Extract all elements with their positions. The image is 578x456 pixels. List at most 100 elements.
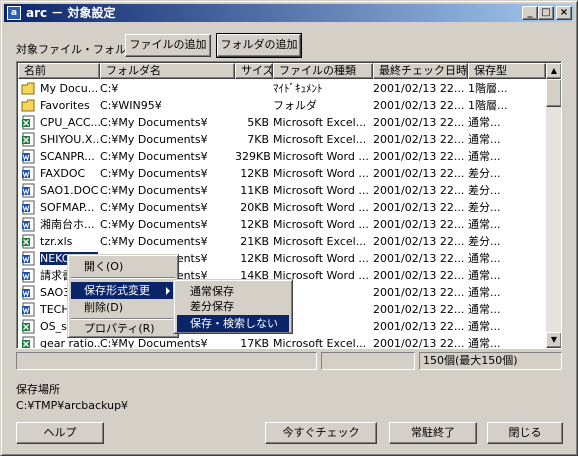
scroll-up-button[interactable]: ▲ [546,63,561,79]
excel-icon [21,234,36,249]
menu-item-delete[interactable]: 削除(D) [71,299,175,316]
column-header-save-type[interactable]: 保存型 [468,63,546,79]
file-name: tzr.xls [40,235,73,248]
add-file-button[interactable]: ファイルの追加 [125,34,211,57]
menu-item-open[interactable]: 開く(O) [71,258,175,275]
cell-type: Microsoft Excel... [273,133,367,146]
cell-last-check: 2001/02/13 22... [373,99,465,112]
table-row[interactable]: Favorites C:¥WIN95¥ フォルダ 2001/02/13 22... 1階… [18,97,546,114]
cell-save-type: 差分... [468,184,501,197]
cell-save-type: 通常... [468,218,501,231]
cell-save-type: 通常... [468,286,501,299]
excel-icon [21,132,36,147]
table-row[interactable]: FAXDOC C:¥My Documents¥ 12KB Microsoft Word… [18,165,546,182]
cell-save-type: 通常... [468,116,501,129]
cell-last-check: 2001/02/13 22... [373,201,465,214]
menu-item-properties[interactable]: プロパティ(R) [71,322,175,336]
table-row[interactable]: tzr.xls C:¥My Documents¥ 21KB Microsoft Exc… [18,233,546,250]
cell-save-type: 通常... [468,150,501,163]
cell-name: Favorites [18,97,100,114]
table-row[interactable]: 湘南台ホ... C:¥My Documents¥ 12KB Microsoft Wor… [18,216,546,233]
submenu-arrow-icon [166,287,170,295]
column-header-name[interactable]: 名前 [18,63,100,79]
cell-type: Microsoft Excel... [273,235,367,248]
cell-folder: C:¥WIN95¥ [100,99,162,112]
word-icon [21,268,36,283]
cell-type: Microsoft Word ... [273,167,369,180]
word-icon [21,285,36,300]
menu-item-save-format-change[interactable]: 保存形式変更 [71,282,175,299]
cell-type: Microsoft Excel... [273,116,367,129]
cell-type: Microsoft Excel... [273,337,367,349]
cell-size: 12KB [240,252,269,265]
cell-name: SHIYOU.X... [18,131,100,148]
cell-save-type: 通常... [468,133,501,146]
column-header-last-check[interactable]: 最終チェック日時 [373,63,468,79]
column-header-size[interactable]: サイズ [235,63,273,79]
close-button[interactable]: 閉じる [487,422,563,444]
table-row[interactable]: SOFMAP... C:¥My Documents¥ 20KB Microsoft W… [18,199,546,216]
cell-last-check: 2001/02/13 22... [373,184,465,197]
cell-name: FAXDOC [18,165,100,182]
cell-save-type: 差分... [468,167,501,180]
cell-name: SCANPR... [18,148,100,165]
file-name: gear ratio... [40,337,100,349]
cell-save-type: 通常... [468,252,501,265]
context-menu: 開く(O) 保存形式変更 削除(D) プロパティ(R) [67,254,179,338]
cell-name: My Docu... [18,80,100,97]
arc-app-icon[interactable]: a [7,6,21,20]
status-pane-2 [321,352,415,370]
minimize-button[interactable]: _ [522,6,538,20]
file-name: My Docu... [40,82,99,95]
vertical-scrollbar[interactable]: ▲ ▼ [546,63,561,348]
cell-last-check: 2001/02/13 22... [373,320,465,333]
maximize-button[interactable]: □ [538,6,554,20]
cell-size [235,97,273,114]
file-name: SAO1.DOC [40,184,99,197]
file-name: 湘南台ホ... [40,218,95,231]
cell-last-check: 2001/02/13 22... [373,167,465,180]
cell-name: SAO1.DOC [18,182,100,199]
cell-last-check: 2001/02/13 22... [373,150,465,163]
check-now-button[interactable]: 今すぐチェック [265,422,377,444]
file-name: SHIYOU.X... [40,133,100,146]
add-folder-button[interactable]: フォルダの追加 [216,33,302,58]
table-row[interactable]: SAO1.DOC C:¥My Documents¥ 11KB Microsoft Wo… [18,182,546,199]
table-row[interactable]: My Docu... C:¥ ﾏｲﾄﾞｷｭﾒﾝﾄ 2001/02/13 22... 1階… [18,80,546,97]
cell-folder: C:¥My Documents¥ [100,235,208,248]
folder-icon [21,81,36,96]
status-count: 150個(最大150個) [419,352,562,370]
cell-size: 17KB [240,337,269,349]
cell-size: 7KB [247,133,269,146]
cell-type: Microsoft Word ... [273,150,369,163]
cell-name: SOFMAP... [18,199,100,216]
help-button[interactable]: ヘルプ [16,422,104,444]
submenu-item-diff-save[interactable]: 差分保存 [177,298,289,315]
scroll-thumb[interactable] [546,79,561,107]
cell-name: CPU_ACC... [18,114,100,131]
title-bar[interactable]: a arc － 対象設定 _ □ × [4,4,574,22]
cell-save-type: 通常... [468,269,501,282]
cell-last-check: 2001/02/13 22... [373,116,465,129]
cell-last-check: 2001/02/13 22... [373,269,465,282]
submenu-item-no-save-search[interactable]: 保存・検索しない [177,315,289,332]
close-window-button[interactable]: × [556,6,572,20]
scroll-down-button[interactable]: ▼ [546,332,561,348]
column-header-type[interactable]: ファイルの種類 [273,63,373,79]
table-row[interactable]: SCANPR... C:¥My Documents¥ 329KB Microsoft … [18,148,546,165]
status-pane-1 [16,352,317,370]
cell-type: ﾏｲﾄﾞｷｭﾒﾝﾄ [273,82,323,95]
column-header-folder[interactable]: フォルダ名 [100,63,235,79]
cell-save-type: 通常... [468,337,501,349]
cell-save-type: 通常... [468,320,501,333]
excel-icon [21,115,36,130]
resident-exit-button[interactable]: 常駐終了 [389,422,477,444]
table-row[interactable]: CPU_ACC... C:¥My Documents¥ 5KB Microsoft E… [18,114,546,131]
save-format-submenu: 通常保存 差分保存 保存・検索しない [173,279,293,334]
cell-save-type: 1階層... [468,99,508,112]
cell-folder: C:¥My Documents¥ [100,167,208,180]
table-row[interactable]: SHIYOU.X... C:¥My Documents¥ 7KB Microsoft … [18,131,546,148]
cell-size: 20KB [240,201,269,214]
minimize-icon: _ [527,7,533,18]
cell-folder: C:¥My Documents¥ [100,218,208,231]
